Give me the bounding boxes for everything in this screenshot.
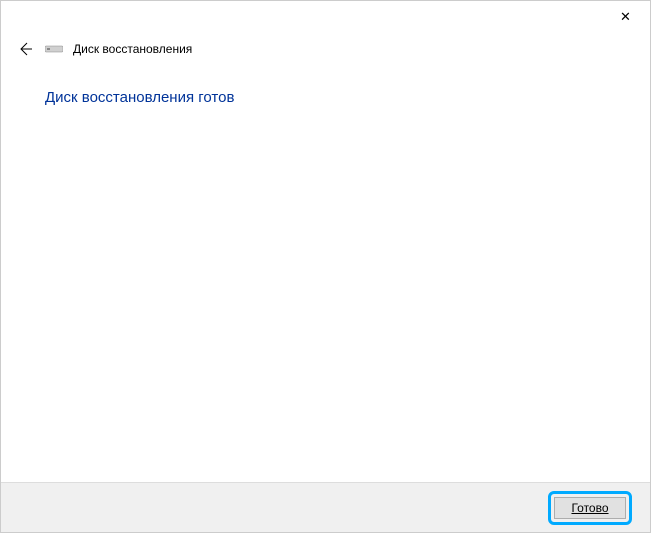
header-row: Диск восстановления [1,33,650,59]
close-button[interactable]: ✕ [603,3,648,31]
drive-icon [45,42,63,56]
back-button[interactable] [15,39,35,59]
footer: Готово [1,482,650,532]
titlebar: ✕ [1,1,650,33]
highlight-box: Готово [548,491,632,525]
content-area: Диск восстановления готов [1,59,650,482]
wizard-title: Диск восстановления [73,42,192,56]
finish-button[interactable]: Готово [554,497,626,519]
wizard-window: ✕ Диск восстановления Диск восстановлени… [0,0,651,533]
page-heading: Диск восстановления готов [45,89,610,106]
arrow-left-icon [17,41,33,57]
close-icon: ✕ [620,9,631,25]
